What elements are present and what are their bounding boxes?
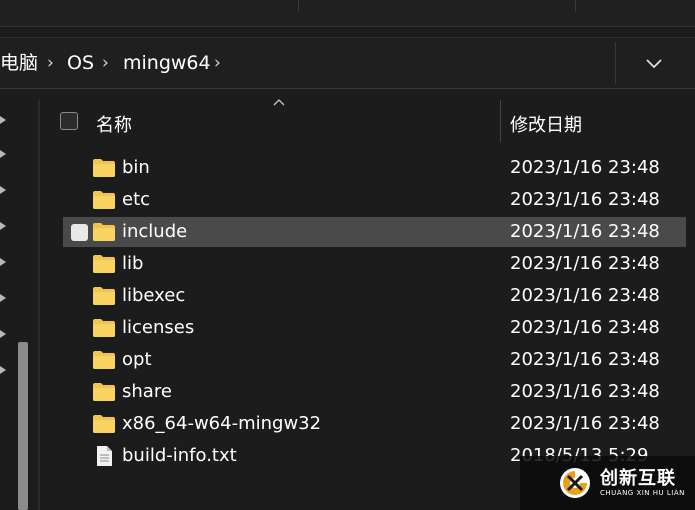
chevron-right-icon[interactable]: [0, 293, 8, 303]
tab-separator: [575, 0, 576, 12]
column-header-date[interactable]: 修改日期: [510, 111, 582, 137]
tab-strip: [0, 0, 695, 26]
text-file-icon: [92, 446, 116, 466]
file-row[interactable]: opt 2023/1/16 23:48: [63, 345, 686, 375]
file-name[interactable]: share: [122, 381, 172, 403]
folder-icon: [92, 222, 116, 242]
file-row[interactable]: licenses 2023/1/16 23:48: [63, 313, 686, 343]
file-name[interactable]: bin: [122, 157, 150, 179]
folder-icon: [92, 190, 116, 210]
file-row[interactable]: lib 2023/1/16 23:48: [63, 249, 686, 279]
breadcrumb-item-mingw64[interactable]: mingw64: [123, 52, 211, 74]
file-row[interactable]: libexec 2023/1/16 23:48: [63, 281, 686, 311]
file-date: 2023/1/16 23:48: [510, 381, 660, 402]
chevron-right-icon[interactable]: [0, 115, 8, 125]
file-date: 2023/1/16 23:48: [510, 253, 660, 274]
row-checkbox[interactable]: [71, 224, 88, 241]
chevron-right-icon[interactable]: [0, 185, 8, 195]
file-row[interactable]: bin 2023/1/16 23:48: [63, 153, 686, 183]
folder-icon: [92, 350, 116, 370]
file-name[interactable]: build-info.txt: [122, 445, 237, 467]
file-name[interactable]: include: [122, 221, 187, 243]
folder-icon: [92, 286, 116, 306]
file-name[interactable]: lib: [122, 253, 143, 275]
watermark-title: 创新互联: [600, 468, 676, 489]
tab-separator: [298, 0, 299, 12]
file-date: 2023/1/16 23:48: [510, 285, 660, 306]
file-date: 2023/1/16 23:48: [510, 413, 660, 434]
watermark: 创新互联 CHUANG XIN HU LIAN: [520, 456, 695, 510]
file-name[interactable]: licenses: [122, 317, 194, 339]
chevron-right-icon[interactable]: [0, 149, 8, 159]
folder-icon: [92, 254, 116, 274]
file-row[interactable]: x86_64-w64-mingw32 2023/1/16 23:48: [63, 409, 686, 439]
file-name[interactable]: etc: [122, 189, 150, 211]
brand-logo: [560, 468, 590, 498]
breadcrumb-item-os[interactable]: OS: [67, 52, 94, 74]
file-date: 2023/1/16 23:48: [510, 157, 660, 178]
breadcrumb-separator[interactable]: ›: [214, 52, 221, 74]
address-bar-border: [0, 37, 695, 38]
breadcrumb-separator[interactable]: ›: [47, 52, 54, 74]
file-date: 2023/1/16 23:48: [510, 189, 660, 210]
file-row[interactable]: etc 2023/1/16 23:48: [63, 185, 686, 215]
column-header-name[interactable]: 名称: [96, 111, 132, 137]
chevron-right-icon[interactable]: [0, 221, 8, 231]
file-name[interactable]: opt: [122, 349, 152, 371]
breadcrumb-separator[interactable]: ›: [102, 52, 109, 74]
file-row[interactable]: include 2023/1/16 23:48: [63, 217, 686, 247]
nav-scrollbar[interactable]: [18, 342, 28, 510]
column-divider[interactable]: [500, 100, 501, 142]
folder-icon: [92, 158, 116, 178]
file-date: 2023/1/16 23:48: [510, 221, 660, 242]
folder-icon: [92, 318, 116, 338]
file-name[interactable]: libexec: [122, 285, 185, 307]
address-bar-border: [0, 88, 695, 89]
file-row[interactable]: share 2023/1/16 23:48: [63, 377, 686, 407]
watermark-subtitle: CHUANG XIN HU LIAN: [600, 489, 685, 497]
chevron-right-icon[interactable]: [0, 365, 8, 375]
folder-icon: [92, 414, 116, 434]
folder-icon: [92, 382, 116, 402]
breadcrumb-item-pc[interactable]: 电脑: [0, 52, 38, 74]
chevron-down-icon[interactable]: [640, 51, 668, 75]
chevron-right-icon[interactable]: [0, 257, 8, 267]
file-date: 2023/1/16 23:48: [510, 349, 660, 370]
address-divider: [615, 42, 616, 84]
tab-strip-border: [0, 26, 695, 27]
file-name[interactable]: x86_64-w64-mingw32: [122, 413, 321, 435]
select-all-checkbox[interactable]: [60, 112, 78, 130]
scrollbar-track: [38, 100, 40, 510]
chevron-right-icon[interactable]: [0, 329, 8, 339]
sort-ascending-icon: [273, 99, 285, 106]
file-date: 2023/1/16 23:48: [510, 317, 660, 338]
